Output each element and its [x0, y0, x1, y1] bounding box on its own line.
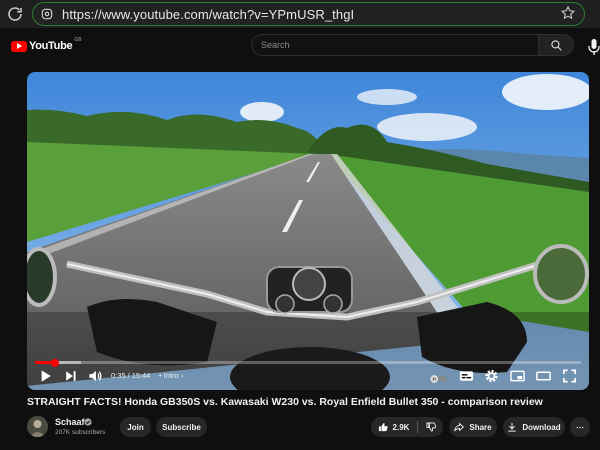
theater-mode-icon: [536, 371, 551, 381]
download-icon: [508, 422, 517, 432]
subtitles-button[interactable]: [459, 368, 474, 384]
miniplayer-icon: [510, 370, 525, 382]
chapter-label: Intro: [163, 371, 179, 380]
address-bar[interactable]: https://www.youtube.com/watch?v=YPmUSR_t…: [32, 2, 585, 26]
logo-text: YouTube: [29, 40, 73, 52]
browser-toolbar: https://www.youtube.com/watch?v=YPmUSR_t…: [0, 0, 600, 28]
subscribe-button[interactable]: Subscribe: [156, 417, 207, 437]
join-button[interactable]: Join: [120, 417, 151, 437]
reload-icon[interactable]: [6, 5, 24, 23]
time-separator: /: [127, 371, 130, 380]
fullscreen-icon: [563, 369, 576, 383]
youtube-play-logo-icon: [11, 40, 27, 52]
autoplay-toggle[interactable]: [430, 371, 447, 383]
next-button[interactable]: [64, 368, 78, 384]
download-button[interactable]: Download: [503, 417, 565, 437]
fullscreen-button[interactable]: [562, 368, 577, 384]
next-icon: [66, 371, 76, 381]
search-icon: [551, 40, 562, 51]
chapter-button[interactable]: • Intro ›: [159, 371, 183, 380]
video-player[interactable]: 0:35/15:44 • Intro ›: [27, 72, 589, 390]
duration: 15:44: [131, 371, 151, 380]
play-icon: [41, 370, 51, 382]
gear-icon: [485, 369, 498, 383]
channel-avatar[interactable]: [27, 416, 48, 437]
like-dislike-group: 2.9K: [371, 417, 443, 437]
volume-icon: [89, 370, 102, 382]
thumbs-down-icon: [426, 422, 437, 432]
dislike-button[interactable]: [426, 422, 437, 432]
like-divider: [417, 421, 419, 433]
like-count: 2.9K: [392, 422, 410, 432]
share-button[interactable]: Share: [449, 417, 497, 437]
video-frame: [27, 72, 589, 390]
progress-bar[interactable]: [35, 358, 581, 367]
channel-name[interactable]: Schaaf: [55, 417, 85, 427]
more-actions-icon: ⋯: [576, 422, 584, 432]
thumbs-up-icon: [378, 422, 388, 432]
subscriber-count: 207K subscribers: [55, 429, 106, 436]
search-input[interactable]: [251, 34, 538, 56]
chapter-chevron: ›: [180, 371, 184, 380]
subscribe-label: Subscribe: [162, 422, 201, 432]
play-button[interactable]: [39, 368, 53, 384]
bookmark-star-icon[interactable]: [560, 5, 576, 21]
search-bar: [251, 34, 574, 56]
autoplay-toggle-icon: [430, 375, 447, 383]
share-icon: [454, 422, 465, 432]
more-actions-button[interactable]: ⋯: [570, 417, 590, 437]
site-info-icon[interactable]: [40, 7, 54, 21]
current-time: 0:35: [111, 371, 126, 380]
scrubber-handle[interactable]: [51, 358, 60, 367]
microphone-icon[interactable]: [588, 39, 600, 55]
video-title: STRAIGHT FACTS! Honda GB350S vs. Kawasak…: [27, 396, 543, 408]
theater-mode-button[interactable]: [536, 368, 551, 384]
time-display: 0:35/15:44: [111, 371, 150, 380]
avatar-image: [27, 416, 48, 437]
subtitles-icon: [459, 371, 474, 381]
youtube-header: YouTube GB: [0, 28, 600, 64]
download-label: Download: [522, 422, 561, 432]
like-button[interactable]: 2.9K: [378, 422, 410, 432]
miniplayer-button[interactable]: [510, 368, 525, 384]
search-button[interactable]: [538, 34, 574, 56]
settings-button[interactable]: [484, 368, 499, 384]
url-text: https://www.youtube.com/watch?v=YPmUSR_t…: [62, 7, 355, 22]
volume-button[interactable]: [88, 368, 103, 384]
youtube-logo[interactable]: YouTube GB: [11, 37, 82, 54]
join-label: Join: [127, 422, 144, 432]
country-code: GB: [74, 37, 82, 43]
verified-badge-icon: [84, 418, 92, 426]
share-label: Share: [469, 422, 492, 432]
